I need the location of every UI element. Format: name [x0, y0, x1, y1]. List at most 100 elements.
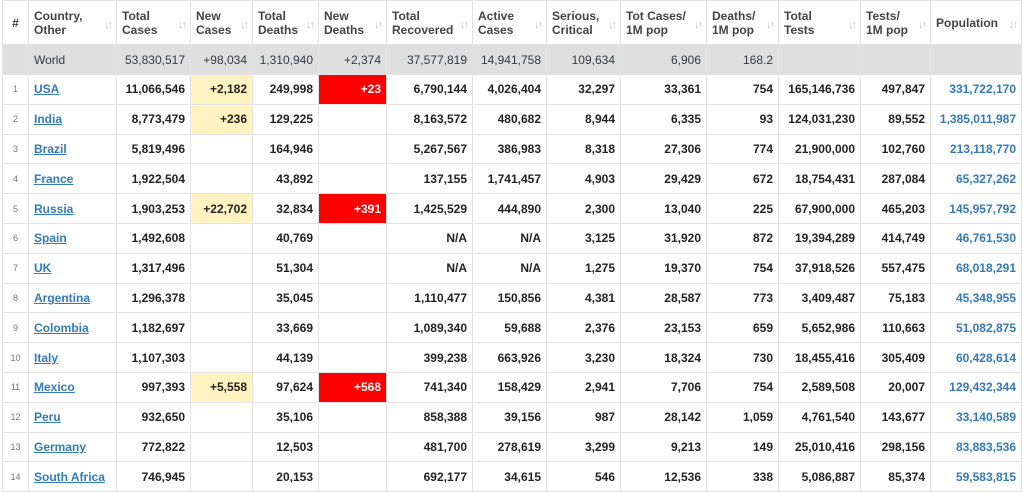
sort-arrows-icon[interactable]: ↓↑ — [608, 18, 617, 32]
country-link[interactable]: UK — [34, 261, 51, 275]
sort-arrows-icon[interactable]: ↓↑ — [374, 18, 383, 32]
rank-cell: 2 — [2, 103, 29, 135]
serious-critical-cell: 2,941 — [546, 371, 621, 403]
sort-arrows-icon[interactable]: ↓↑ — [694, 18, 703, 32]
total-recovered-cell: N/A — [386, 222, 473, 254]
col-header-total-cases[interactable]: Total Cases ↓↑ — [116, 0, 191, 45]
country-link[interactable]: USA — [34, 82, 59, 96]
total-tests-cell: 21,900,000 — [778, 133, 861, 165]
population-link[interactable]: 68,018,291 — [956, 261, 1016, 275]
col-header-deaths-per-1m[interactable]: Deaths/1M pop ↓↑ — [706, 0, 779, 45]
sort-arrows-icon[interactable]: ↓↑ — [460, 18, 469, 32]
population-link[interactable]: 145,957,792 — [949, 202, 1016, 216]
total-deaths-cell: 1,310,940 — [252, 44, 319, 75]
population-link[interactable]: 45,348,955 — [956, 291, 1016, 305]
population-link[interactable]: 59,583,815 — [956, 470, 1016, 484]
col-header-new-cases[interactable]: New Cases ↓↑ — [190, 0, 253, 45]
population-link[interactable]: 83,883,536 — [956, 440, 1016, 454]
col-header-cases-per-1m[interactable]: Tot Cases/1M pop ↓↑ — [620, 0, 707, 45]
population-link[interactable]: 46,761,530 — [956, 231, 1016, 245]
sort-arrows-icon[interactable]: ↓↑ — [1009, 18, 1018, 32]
deaths-per-1m-cell: 672 — [706, 163, 779, 195]
country-link[interactable]: Russia — [34, 202, 73, 216]
country-cell: Italy — [28, 342, 117, 373]
new-deaths-cell — [318, 222, 387, 254]
total-cases-cell: 11,066,546 — [116, 74, 191, 105]
population-cell: 60,428,614 — [930, 342, 1022, 373]
sort-arrows-icon[interactable]: ↓↑ — [918, 18, 927, 32]
total-recovered-cell: 1,425,529 — [386, 193, 473, 224]
col-header-total-deaths[interactable]: Total Deaths ↓↑ — [252, 0, 319, 45]
sort-arrows-icon[interactable]: ↓↑ — [766, 18, 775, 32]
country-link[interactable]: France — [34, 172, 73, 186]
table-row: 13 Germany 772,822 12,503 481,700 278,619 3,29… — [2, 431, 1022, 463]
country-cell: South Africa — [28, 461, 117, 492]
serious-critical-cell: 2,300 — [546, 193, 621, 224]
population-link[interactable]: 60,428,614 — [956, 351, 1016, 365]
col-header-new-deaths[interactable]: New Deaths ↓↑ — [318, 0, 387, 45]
sort-arrows-icon[interactable]: ↓↑ — [534, 18, 543, 32]
sort-arrows-icon[interactable]: ↓↑ — [240, 18, 249, 32]
country-cell: Russia — [28, 193, 117, 224]
country-link[interactable]: Italy — [34, 351, 58, 365]
population-link[interactable]: 1,385,011,987 — [940, 112, 1016, 126]
population-link[interactable]: 51,082,875 — [956, 321, 1016, 335]
cases-per-1m-cell: 19,370 — [620, 252, 707, 284]
total-cases-cell: 1,922,504 — [116, 163, 191, 195]
country-link[interactable]: India — [34, 112, 62, 126]
active-cases-cell: 278,619 — [472, 431, 547, 463]
table-row: 12 Peru 932,650 35,106 858,388 39,156 987 28,14… — [2, 401, 1022, 433]
total-recovered-cell: 6,790,144 — [386, 74, 473, 105]
country-link[interactable]: Colombia — [34, 321, 89, 335]
country-link[interactable]: Brazil — [34, 142, 67, 156]
country-link[interactable]: Spain — [34, 231, 67, 245]
serious-critical-cell: 109,634 — [546, 44, 621, 75]
tests-per-1m-cell: 20,007 — [860, 371, 931, 403]
deaths-per-1m-cell: 754 — [706, 252, 779, 284]
population-link[interactable]: 129,432,344 — [949, 380, 1016, 394]
country-link[interactable]: South Africa — [34, 470, 105, 484]
total-recovered-cell: 1,089,340 — [386, 312, 473, 344]
country-link[interactable]: Argentina — [34, 291, 90, 305]
deaths-per-1m-cell: 168.2 — [706, 44, 779, 75]
total-tests-cell: 2,589,508 — [778, 371, 861, 403]
new-cases-cell: +5,558 — [190, 371, 253, 403]
sort-arrows-icon[interactable]: ↓↑ — [306, 18, 315, 32]
population-link[interactable]: 213,118,770 — [950, 142, 1016, 156]
total-cases-cell: 997,393 — [116, 371, 191, 403]
serious-critical-cell: 8,944 — [546, 103, 621, 135]
sort-arrows-icon[interactable]: ↓↑ — [848, 18, 857, 32]
col-header-tests-per-1m[interactable]: Tests/1M pop ↓↑ — [860, 0, 931, 45]
sort-arrows-icon[interactable]: ↓↑ — [178, 18, 187, 32]
country-link[interactable]: Germany — [34, 440, 86, 454]
population-link[interactable]: 331,722,170 — [949, 82, 1016, 96]
col-header-serious-critical[interactable]: Serious, Critical ↓↑ — [546, 0, 621, 45]
total-recovered-cell: 8,163,572 — [386, 103, 473, 135]
population-link[interactable]: 33,140,589 — [956, 410, 1016, 424]
active-cases-cell: 34,615 — [472, 461, 547, 492]
col-header-rank[interactable]: # — [2, 0, 29, 45]
rank-cell: 4 — [2, 163, 29, 195]
total-tests-cell — [778, 44, 861, 75]
country-link[interactable]: Mexico — [34, 380, 75, 394]
sort-arrows-icon[interactable]: ↓↑ — [104, 18, 113, 32]
country-cell: UK — [28, 252, 117, 284]
country-link[interactable]: Peru — [34, 410, 61, 424]
col-header-country[interactable]: Country, Other ↓↑ — [28, 0, 117, 45]
country-cell: Mexico — [28, 371, 117, 403]
col-header-total-recovered[interactable]: Total Recovered ↓↑ — [386, 0, 473, 45]
country-cell: India — [28, 103, 117, 135]
total-deaths-cell: 249,998 — [252, 74, 319, 105]
col-header-active-cases[interactable]: Active Cases ↓↑ — [472, 0, 547, 45]
col-header-population[interactable]: Population ↓↑ — [930, 0, 1022, 45]
total-tests-cell: 165,146,736 — [778, 74, 861, 105]
population-link[interactable]: 65,327,262 — [956, 172, 1016, 186]
rank-cell: 7 — [2, 252, 29, 284]
population-cell: 68,018,291 — [930, 252, 1022, 284]
new-deaths-cell — [318, 282, 387, 314]
total-tests-cell: 18,455,416 — [778, 342, 861, 373]
covid-stats-table: # Country, Other ↓↑ Total Cases ↓↑ New Cases ↓… — [2, 0, 1022, 492]
table-row: 5 Russia 1,903,253 +22,702 32,834 +391 1,425,5… — [2, 193, 1022, 224]
col-header-total-tests[interactable]: Total Tests ↓↑ — [778, 0, 861, 45]
population-cell: 46,761,530 — [930, 222, 1022, 254]
